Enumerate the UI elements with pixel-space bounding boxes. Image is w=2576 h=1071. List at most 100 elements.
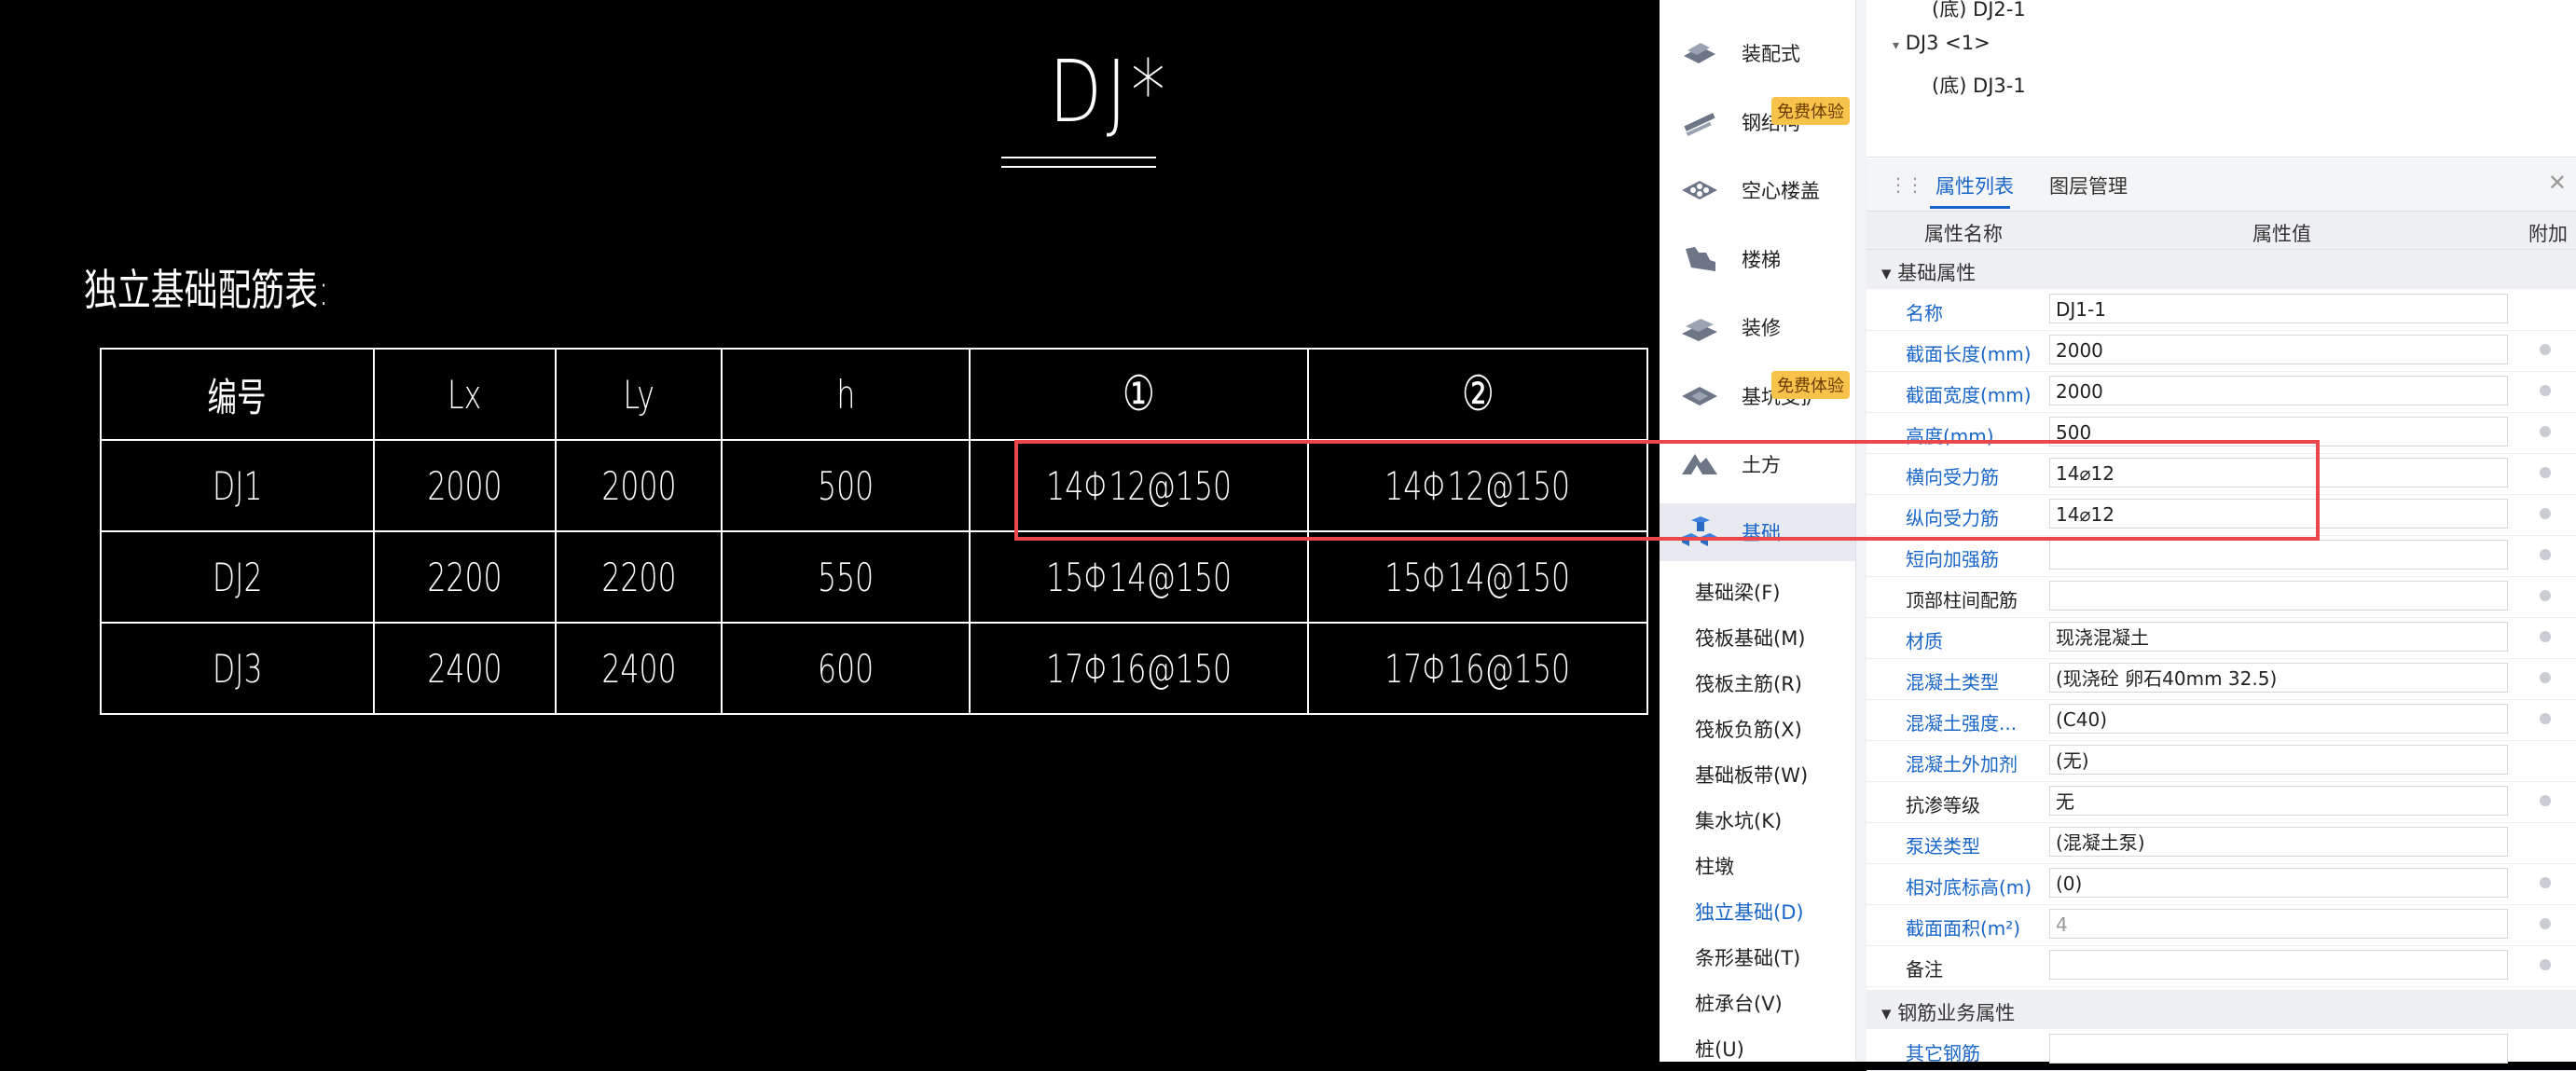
property-name: 截面长度(mm) [1906, 343, 2032, 365]
attach-checkbox[interactable] [2540, 918, 2551, 929]
nav-sub-raft-main-rebar[interactable]: 筏板主筋(R) [1695, 669, 1802, 697]
property-row[interactable]: 截面宽度(mm) 2000 [1867, 371, 2576, 413]
property-value-input[interactable]: (混凝土泵) [2049, 827, 2508, 857]
property-value-input[interactable]: 500 [2049, 417, 2508, 446]
nav-category-stair[interactable]: 楼梯 [1660, 230, 1855, 288]
property-row[interactable]: 截面面积(m²) 4 [1867, 904, 2576, 946]
property-row[interactable]: 其它钢筋 [1867, 1029, 2576, 1071]
nav-sub-foundation-strip[interactable]: 基础板带(W) [1695, 761, 1808, 789]
property-row[interactable]: 短向加强筋 [1867, 535, 2576, 577]
nav-category-steel[interactable]: 钢结构 免费体验 [1660, 93, 1855, 151]
property-value-input[interactable]: (C40) [2049, 704, 2508, 734]
property-value-input[interactable]: 14⌀12 [2049, 499, 2508, 529]
free-trial-badge: 免费体验 [1771, 371, 1850, 399]
property-row[interactable]: 顶部柱间配筋 [1867, 576, 2576, 618]
nav-category-earthwork[interactable]: 土方 [1660, 435, 1855, 493]
close-icon[interactable]: ✕ [2548, 170, 2567, 196]
property-row[interactable]: 高度(mm) 500 [1867, 412, 2576, 454]
nav-category-decoration[interactable]: 装修 [1660, 298, 1855, 356]
property-value-input[interactable]: DJ1-1 [2049, 294, 2508, 323]
attach-checkbox[interactable] [2540, 549, 2551, 560]
property-value-input[interactable] [2049, 540, 2508, 570]
property-group-label: ▾ 钢筋业务属性 [1881, 1002, 2016, 1024]
nav-category-foundation-pit[interactable]: 基坑支护 免费体验 [1660, 367, 1855, 425]
nav-sub-column-pier[interactable]: 柱墩 [1695, 852, 1734, 880]
property-row[interactable]: 名称 DJ1-1 [1867, 289, 2576, 331]
tab-layer-management[interactable]: 图层管理 [2049, 172, 2128, 199]
table-header-cell: Lx [373, 348, 557, 441]
property-value-input[interactable]: 现浇混凝土 [2049, 622, 2508, 652]
nav-category-prefab[interactable]: 装配式 [1660, 24, 1855, 82]
attach-checkbox[interactable] [2540, 344, 2551, 355]
nav-sub-raft-negative-rebar[interactable]: 筏板负筋(X) [1695, 715, 1802, 743]
property-value-input[interactable]: 4 [2049, 909, 2508, 939]
property-value-input[interactable]: (0) [2049, 868, 2508, 898]
attach-checkbox[interactable] [2540, 672, 2551, 683]
property-value-input[interactable]: 14⌀12 [2049, 458, 2508, 487]
nav-sub-strip-foundation[interactable]: 条形基础(T) [1695, 943, 1800, 971]
table-row: DJ3 2400 2400 600 17Φ16@150 17Φ16@150 [100, 622, 1648, 715]
property-value-input[interactable] [2049, 581, 2508, 611]
nav-sub-pile-cap[interactable]: 桩承台(V) [1695, 989, 1783, 1017]
nav-category-hollow-floor[interactable]: 空心楼盖 [1660, 161, 1855, 219]
nav-sub-sump-pit[interactable]: 集水坑(K) [1695, 806, 1782, 834]
table-header-cell: ① [969, 348, 1309, 441]
attach-checkbox[interactable] [2540, 795, 2551, 806]
property-value-input[interactable]: (无) [2049, 745, 2508, 775]
property-row[interactable]: 横向受力筋 14⌀12 [1867, 453, 2576, 495]
drag-handle-icon[interactable]: ⋮⋮ [1889, 173, 1924, 196]
property-row[interactable]: 混凝土类型 (现浇砼 卵石40mm 32.5) [1867, 658, 2576, 700]
attach-checkbox[interactable] [2540, 631, 2551, 642]
property-name: 截面宽度(mm) [1906, 384, 2032, 406]
property-value-input[interactable]: 2000 [2049, 376, 2508, 405]
nav-sub-foundation-beam[interactable]: 基础梁(F) [1695, 578, 1780, 606]
property-row[interactable]: 泵送类型 (混凝土泵) [1867, 822, 2576, 864]
property-row[interactable]: 混凝土外加剂 (无) [1867, 740, 2576, 782]
property-value-input[interactable]: (现浇砼 卵石40mm 32.5) [2049, 663, 2508, 693]
property-value-input[interactable]: 2000 [2049, 335, 2508, 364]
property-row[interactable]: 相对底标高(m) (0) [1867, 863, 2576, 905]
foundation-icon [1682, 516, 1717, 546]
nav-category-foundation[interactable]: 基础 [1660, 503, 1855, 561]
tree-item[interactable]: (底) DJ2-1 [1932, 0, 2026, 22]
active-tab-indicator [1930, 206, 2010, 209]
attach-checkbox[interactable] [2540, 877, 2551, 888]
attach-checkbox[interactable] [2540, 713, 2551, 724]
attach-checkbox[interactable] [2540, 959, 2551, 970]
property-value-input[interactable] [2049, 950, 2508, 980]
property-group-rebar[interactable]: ▾ 钢筋业务属性 [1867, 990, 2576, 1029]
table-cell: 14Φ12@150 [1307, 439, 1648, 532]
property-row[interactable]: 材质 现浇混凝土 [1867, 617, 2576, 659]
property-name: 高度(mm) [1906, 425, 1994, 447]
property-name: 混凝土类型 [1906, 671, 1999, 693]
property-row[interactable]: 抗渗等级 无 [1867, 781, 2576, 823]
attach-checkbox[interactable] [2540, 467, 2551, 478]
property-row[interactable]: 备注 [1867, 945, 2576, 987]
cad-canvas[interactable]: DJ* 独立基础配筋表: 编号 Lx Ly h ① ② DJ1 2000 200… [0, 0, 1660, 1062]
nav-category-label: 基础 [1742, 522, 1781, 544]
nav-category-label: 土方 [1742, 454, 1781, 476]
table-caption: 独立基础配筋表: [84, 265, 330, 315]
foundation-pit-icon [1682, 387, 1717, 405]
property-value-input[interactable]: 无 [2049, 786, 2508, 816]
property-row[interactable]: 混凝土强度... (C40) [1867, 699, 2576, 741]
tab-properties[interactable]: 属性列表 [1935, 172, 2014, 199]
property-row[interactable]: 纵向受力筋 14⌀12 [1867, 494, 2576, 536]
nav-sub-raft-foundation[interactable]: 筏板基础(M) [1695, 624, 1806, 652]
tree-item[interactable]: ▾ DJ3 <1> [1893, 32, 1991, 54]
table-cell: 2000 [555, 439, 723, 532]
nav-category-label: 装配式 [1742, 43, 1800, 65]
property-group-basic[interactable]: ▾ 基础属性 [1867, 250, 2576, 289]
nav-sub-pile[interactable]: 桩(U) [1695, 1035, 1744, 1063]
tree-item[interactable]: (底) DJ3-1 [1932, 71, 2026, 99]
property-value-input[interactable] [2049, 1034, 2508, 1064]
attach-checkbox[interactable] [2540, 590, 2551, 601]
table-header-cell: 编号 [100, 348, 375, 441]
property-row[interactable]: 截面长度(mm) 2000 [1867, 330, 2576, 372]
attach-checkbox[interactable] [2540, 385, 2551, 396]
property-name: 泵送类型 [1906, 835, 1980, 858]
attach-checkbox[interactable] [2540, 426, 2551, 437]
chevron-down-icon[interactable]: ▾ [1893, 38, 1899, 53]
nav-sub-isolated-foundation[interactable]: 独立基础(D) [1695, 898, 1804, 926]
attach-checkbox[interactable] [2540, 508, 2551, 519]
